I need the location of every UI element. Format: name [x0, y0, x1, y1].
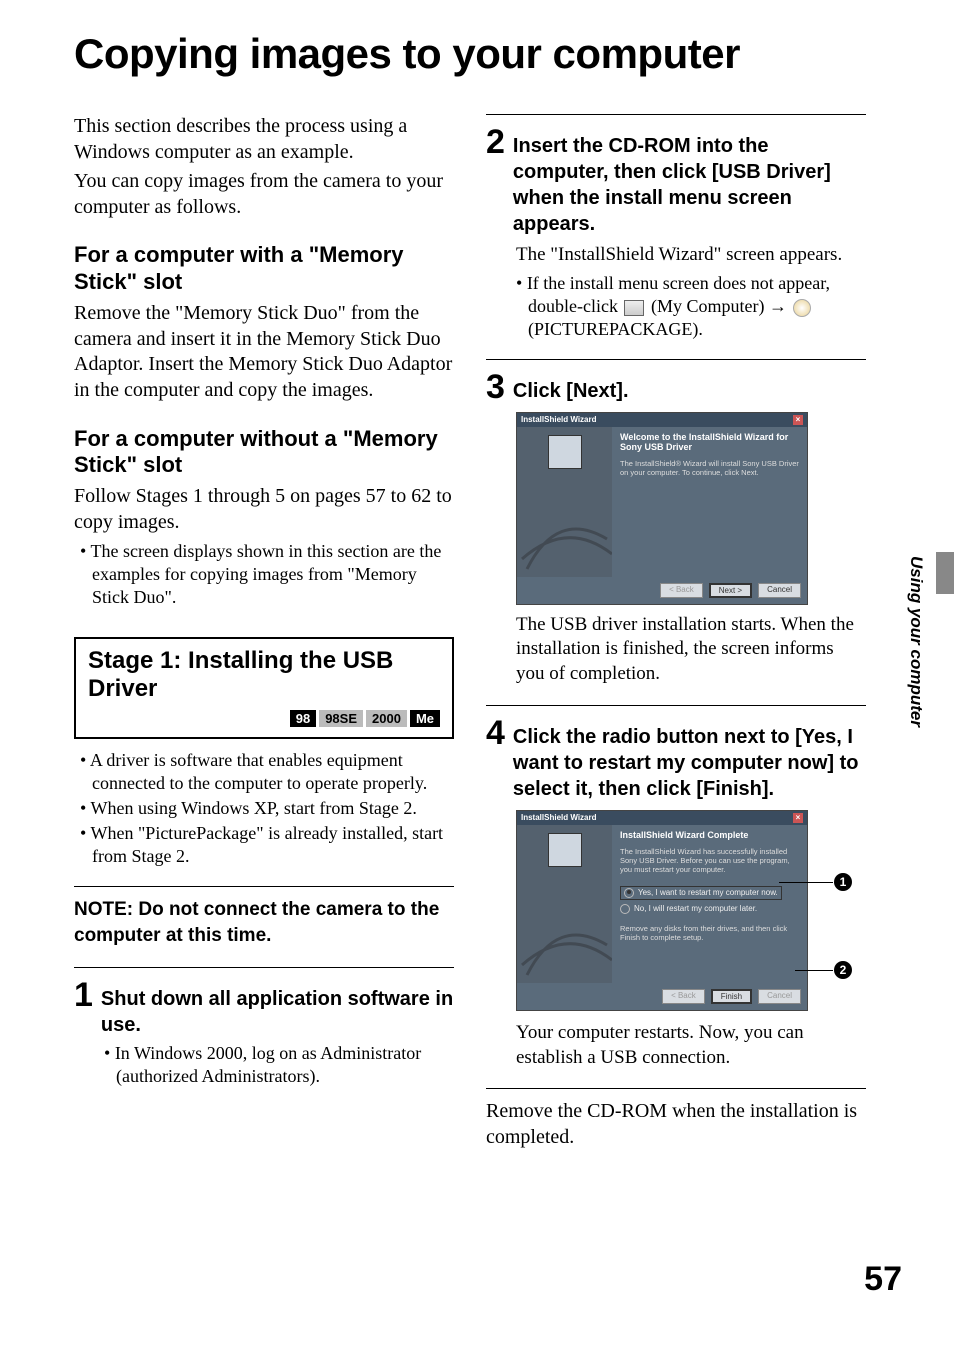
step-3: 3 Click [Next]. — [486, 370, 866, 404]
page-title: Copying images to your computer — [74, 30, 884, 78]
radio-icon — [624, 888, 634, 898]
back-button: < Back — [660, 583, 703, 598]
section-body: Remove the "Memory Stick Duo" from the c… — [74, 301, 454, 403]
callout-1: 1 — [834, 873, 852, 891]
installshield-screenshot-2: InstallShield Wizard × InstallShield Wiz… — [516, 810, 808, 1011]
step-body: Your computer restarts. Now, you can est… — [516, 1021, 866, 1070]
step-heading: Insert the CD-ROM into the computer, the… — [513, 133, 866, 237]
step-bullet: In Windows 2000, log on as Administrator… — [98, 1042, 454, 1088]
divider — [486, 359, 866, 360]
step-body: The USB driver installation starts. When… — [516, 613, 866, 687]
radio-option-no: No, I will restart my computer later. — [634, 904, 757, 913]
step-1: 1 Shut down all application software in … — [74, 978, 454, 1038]
closing-paragraph: Remove the CD-ROM when the installation … — [486, 1099, 866, 1150]
close-icon: × — [793, 415, 803, 425]
side-tab-indicator — [936, 552, 954, 594]
arrow-icon: → — [769, 296, 787, 316]
ss-description: The InstallShield Wizard has successfull… — [620, 847, 799, 874]
page-number: 57 — [864, 1260, 902, 1299]
stage-box: Stage 1: Installing the USB Driver 98 98… — [74, 637, 454, 740]
section-body: Follow Stages 1 through 5 on pages 57 to… — [74, 484, 454, 535]
note-bullet: The screen displays shown in this sectio… — [74, 540, 454, 609]
radio-icon — [620, 904, 630, 914]
wizard-icon — [548, 435, 582, 469]
right-column: 2 Insert the CD-ROM into the computer, t… — [486, 114, 866, 1154]
step-2: 2 Insert the CD-ROM into the computer, t… — [486, 125, 866, 237]
ss-complete-text: InstallShield Wizard Complete — [620, 831, 799, 841]
cancel-button: Cancel — [758, 583, 801, 598]
divider — [74, 967, 454, 968]
os-badge: Me — [410, 710, 440, 727]
intro-paragraph-2: You can copy images from the camera to y… — [74, 169, 454, 220]
step-number: 3 — [486, 370, 505, 404]
back-button: < Back — [662, 989, 705, 1004]
divider — [486, 705, 866, 706]
step-heading: Click the radio button next to [Yes, I w… — [513, 724, 866, 802]
os-badge: 98 — [290, 710, 316, 727]
os-badge: 2000 — [366, 710, 407, 727]
callout-2: 2 — [834, 961, 852, 979]
close-icon: × — [793, 813, 803, 823]
os-badge-row: 98 98SE 2000 Me — [88, 710, 440, 727]
callout-line — [779, 882, 833, 883]
divider — [74, 886, 454, 887]
wizard-graphic — [517, 905, 612, 983]
section-heading-with-slot: For a computer with a "Memory Stick" slo… — [74, 242, 454, 295]
step-body: The "InstallShield Wizard" screen appear… — [516, 243, 866, 268]
my-computer-icon — [624, 300, 644, 316]
wizard-graphic — [517, 499, 612, 577]
next-button: Next > — [709, 583, 752, 598]
step-bullet: If the install menu screen does not appe… — [510, 272, 866, 341]
radio-option-yes: Yes, I want to restart my computer now. — [620, 886, 782, 900]
step-4: 4 Click the radio button next to [Yes, I… — [486, 716, 866, 802]
step-number: 2 — [486, 125, 505, 159]
installshield-screenshot-1: InstallShield Wizard × Welcome to the In… — [516, 412, 808, 605]
ss-description: The InstallShield® Wizard will install S… — [620, 459, 799, 477]
wizard-icon — [548, 833, 582, 867]
step-number: 1 — [74, 978, 93, 1012]
ss-title: InstallShield Wizard — [521, 813, 597, 823]
side-section-label: Using your computer — [906, 556, 926, 727]
ss-welcome-text: Welcome to the InstallShield Wizard for … — [620, 433, 799, 453]
finish-button: Finish — [711, 989, 752, 1004]
disc-icon — [793, 299, 811, 317]
step-heading: Click [Next]. — [513, 378, 629, 404]
intro-paragraph: This section describes the process using… — [74, 114, 454, 165]
divider — [486, 1088, 866, 1089]
callout-line — [795, 970, 833, 971]
section-heading-without-slot: For a computer without a "Memory Stick" … — [74, 426, 454, 479]
ss-remove-text: Remove any disks from their drives, and … — [620, 924, 799, 942]
stage-bullet: A driver is software that enables equipm… — [74, 749, 454, 795]
left-column: This section describes the process using… — [74, 114, 454, 1154]
step-number: 4 — [486, 716, 505, 750]
stage-bullet: When "PicturePackage" is already install… — [74, 822, 454, 868]
os-badge: 98SE — [319, 710, 363, 727]
stage-bullet: When using Windows XP, start from Stage … — [74, 797, 454, 820]
stage-title: Stage 1: Installing the USB Driver — [88, 647, 440, 705]
note-text: NOTE: Do not connect the camera to the c… — [74, 899, 439, 946]
cancel-button: Cancel — [758, 989, 801, 1004]
ss-title: InstallShield Wizard — [521, 415, 597, 425]
divider — [486, 114, 866, 115]
step-heading: Shut down all application software in us… — [101, 986, 454, 1038]
